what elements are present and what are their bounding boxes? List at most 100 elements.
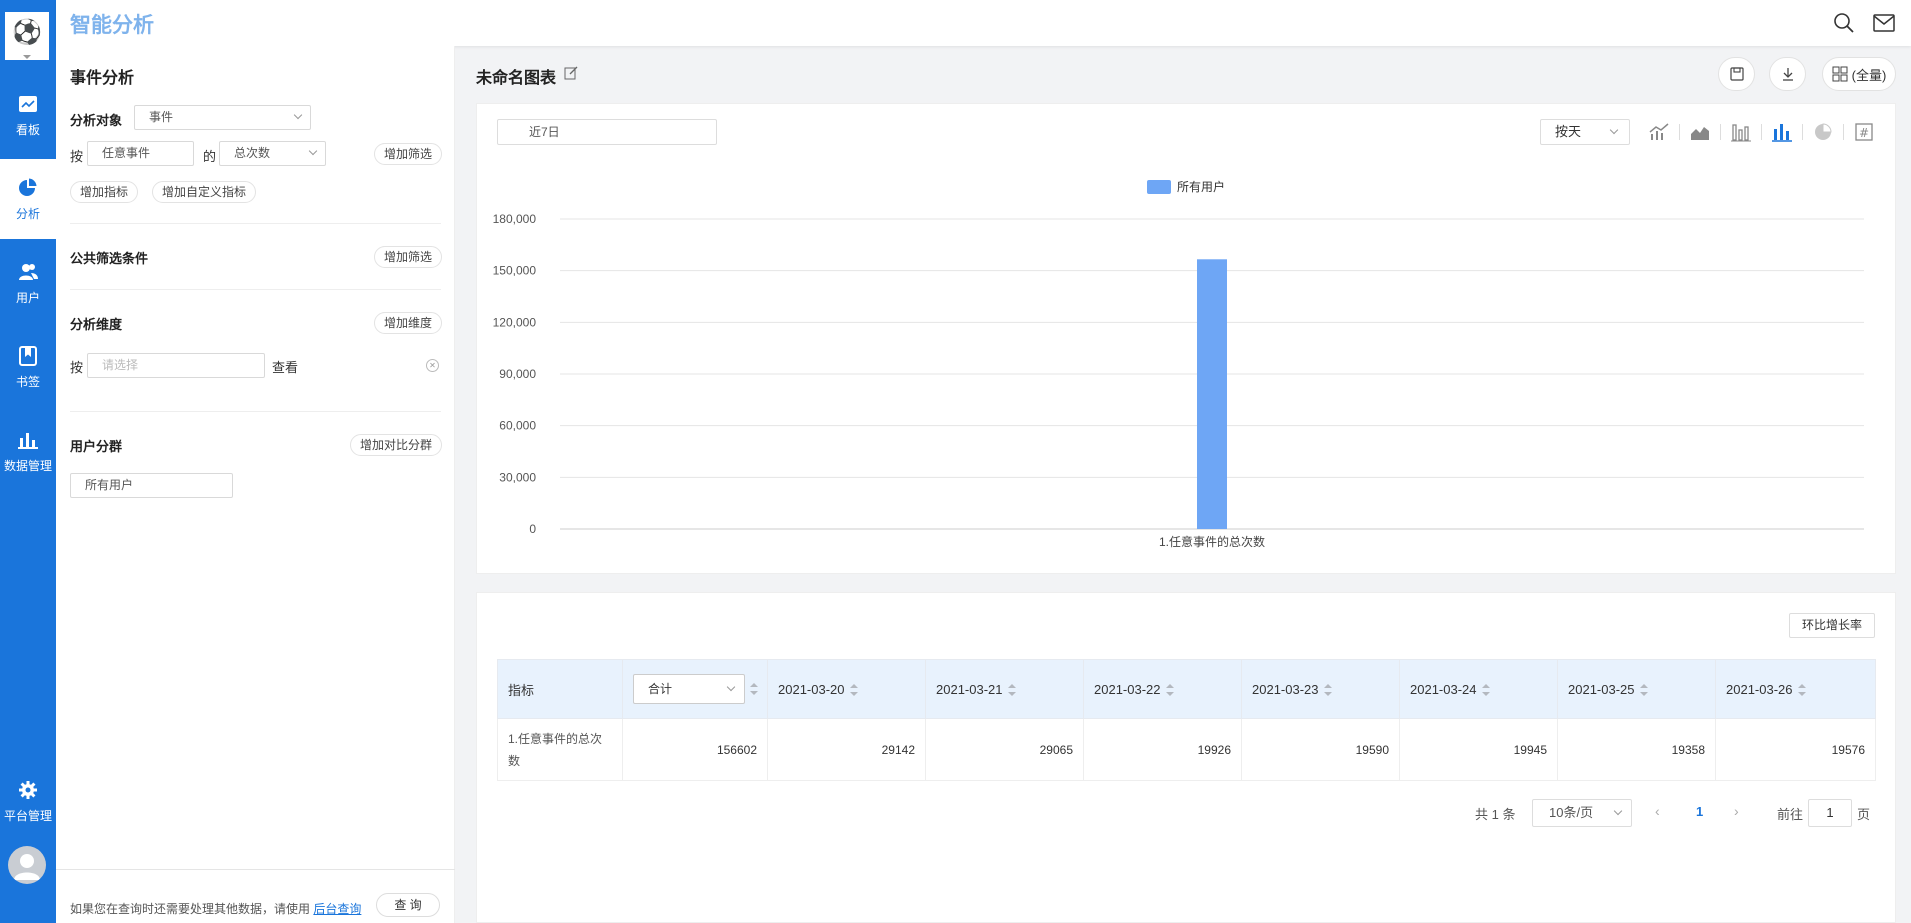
pagination-total: 共 1 条 [1475, 807, 1516, 822]
y-tick-label: 0 [529, 522, 536, 536]
table-cell-total: 156602 [622, 718, 768, 781]
add-filter-button[interactable]: 增加筛选 [374, 143, 443, 165]
sidebar-item-dashboard[interactable]: 看板 [0, 75, 56, 155]
bookmark-icon [19, 345, 37, 366]
top-bar: 智能分析 [56, 0, 1911, 46]
legend-swatch [1147, 180, 1171, 194]
analysis-object-value: 事件 [149, 110, 174, 124]
add-dimension-button[interactable]: 增加维度 [374, 312, 443, 334]
mail-icon[interactable] [1872, 11, 1896, 35]
dimension-view-label: 查看 [272, 360, 299, 375]
download-icon [1782, 68, 1793, 81]
granularity-value: 按天 [1555, 124, 1582, 139]
save-button[interactable] [1718, 57, 1755, 91]
clear-icon[interactable]: ✕ [426, 359, 439, 372]
y-tick-label: 180,000 [493, 212, 537, 226]
query-button[interactable]: 查 询 [376, 893, 440, 917]
granularity-select[interactable]: 按天 [1540, 119, 1630, 145]
event-select[interactable]: 任意事件 [87, 141, 194, 166]
growth-rate-button[interactable]: 环比增长率 [1789, 613, 1875, 638]
chevron-down-icon [1613, 806, 1623, 816]
date-label: 2021-03-25 [1568, 681, 1635, 697]
table-view-icon[interactable]: # [1853, 121, 1875, 143]
sidebar: ⚽ 看板 分析 用户 书签 数据管理 平台管理 [0, 0, 56, 923]
add-metric-button[interactable]: 增加指标 [70, 181, 139, 203]
caret-down-icon [23, 55, 31, 59]
divider [70, 411, 441, 412]
y-tick-label: 120,000 [493, 315, 537, 329]
backend-query-link[interactable]: 后台查询 [313, 902, 361, 916]
column-header-date[interactable]: 2021-03-20 [767, 659, 926, 719]
search-icon[interactable] [1832, 11, 1856, 35]
divider [1761, 124, 1762, 140]
prev-page-icon[interactable]: ‹ [1655, 803, 1660, 819]
sidebar-item-bookmarks[interactable]: 书签 [0, 327, 56, 407]
sort-icon[interactable] [1797, 684, 1806, 697]
sidebar-item-analysis[interactable]: 分析 [0, 159, 56, 239]
dashboard-icon [19, 95, 37, 112]
date-label: 2021-03-21 [936, 681, 1003, 697]
data-table: 指标 合计 2021-03-20 2021-03-21 2021-03-22 2… [497, 659, 1876, 781]
date-range-picker[interactable]: 近7日 [497, 119, 717, 145]
panel-title: 事件分析 [70, 70, 135, 87]
sort-icon[interactable] [750, 683, 758, 695]
view-mode-button[interactable]: (全量) [1822, 57, 1896, 91]
aggregate-select[interactable]: 合计 [633, 674, 745, 704]
table-cell: 19576 [1715, 718, 1876, 781]
column-header-date[interactable]: 2021-03-23 [1241, 659, 1400, 719]
dimension-select[interactable]: 请选择 [87, 353, 265, 378]
y-tick-label: 90,000 [499, 367, 536, 381]
sort-icon[interactable] [1165, 684, 1174, 697]
date-label: 2021-03-22 [1094, 681, 1161, 697]
next-page-icon[interactable]: › [1734, 803, 1739, 819]
divider [1843, 124, 1844, 140]
bar-chart-icon[interactable] [1771, 121, 1793, 143]
sidebar-item-users[interactable]: 用户 [0, 243, 56, 323]
stacked-bar-chart-icon[interactable] [1730, 121, 1752, 143]
goto-page-input[interactable]: 1 [1808, 799, 1852, 827]
gear-icon [19, 780, 37, 799]
user-avatar[interactable] [8, 846, 46, 884]
page-size-select[interactable]: 10条/页 [1532, 799, 1632, 827]
aggregate-value: 合计 [648, 682, 673, 696]
app-logo[interactable]: ⚽ [5, 12, 49, 60]
sort-icon[interactable] [1323, 684, 1332, 697]
column-header-date[interactable]: 2021-03-24 [1399, 659, 1558, 719]
pie-chart-icon[interactable] [1812, 121, 1834, 143]
segment-select[interactable]: 所有用户 [70, 473, 233, 498]
area-chart-icon[interactable] [1689, 121, 1711, 143]
download-button[interactable] [1769, 57, 1806, 91]
by-label: 按 [70, 149, 84, 164]
sort-icon[interactable] [1639, 684, 1648, 697]
dimension-placeholder: 请选择 [102, 358, 139, 372]
page-suffix-label: 页 [1857, 807, 1871, 822]
table-cell: 29142 [767, 718, 926, 781]
users-icon [19, 263, 38, 280]
divider [1720, 124, 1721, 140]
add-public-filter-button[interactable]: 增加筛选 [374, 246, 443, 268]
add-compare-segment-button[interactable]: 增加对比分群 [350, 434, 443, 456]
table-cell-metric: 1.任意事件的总次数 [497, 718, 623, 781]
sidebar-item-platform-settings[interactable]: 平台管理 [0, 761, 56, 841]
column-header-date[interactable]: 2021-03-22 [1083, 659, 1242, 719]
y-tick-label: 60,000 [499, 419, 536, 433]
sort-icon[interactable] [1007, 684, 1016, 697]
sidebar-item-label: 看板 [15, 122, 40, 137]
column-header-date[interactable]: 2021-03-26 [1715, 659, 1876, 719]
sort-icon[interactable] [1481, 684, 1490, 697]
sidebar-item-data-management[interactable]: 数据管理 [0, 411, 56, 491]
page-size-value: 10条/页 [1549, 805, 1594, 820]
line-chart-icon[interactable] [1648, 121, 1670, 143]
add-custom-metric-button[interactable]: 增加自定义指标 [152, 181, 257, 203]
column-header-date[interactable]: 2021-03-21 [925, 659, 1084, 719]
date-range-value: 近7日 [529, 125, 560, 139]
metric-select[interactable]: 总次数 [219, 141, 326, 166]
sort-icon[interactable] [849, 684, 858, 697]
analysis-object-select[interactable]: 事件 [134, 105, 311, 130]
sidebar-item-label: 分析 [15, 206, 40, 221]
user-icon [14, 854, 40, 880]
column-header-date[interactable]: 2021-03-25 [1557, 659, 1716, 719]
page-number-current[interactable]: 1 [1696, 804, 1703, 819]
edit-icon[interactable] [564, 66, 578, 80]
event-value: 任意事件 [102, 146, 151, 160]
